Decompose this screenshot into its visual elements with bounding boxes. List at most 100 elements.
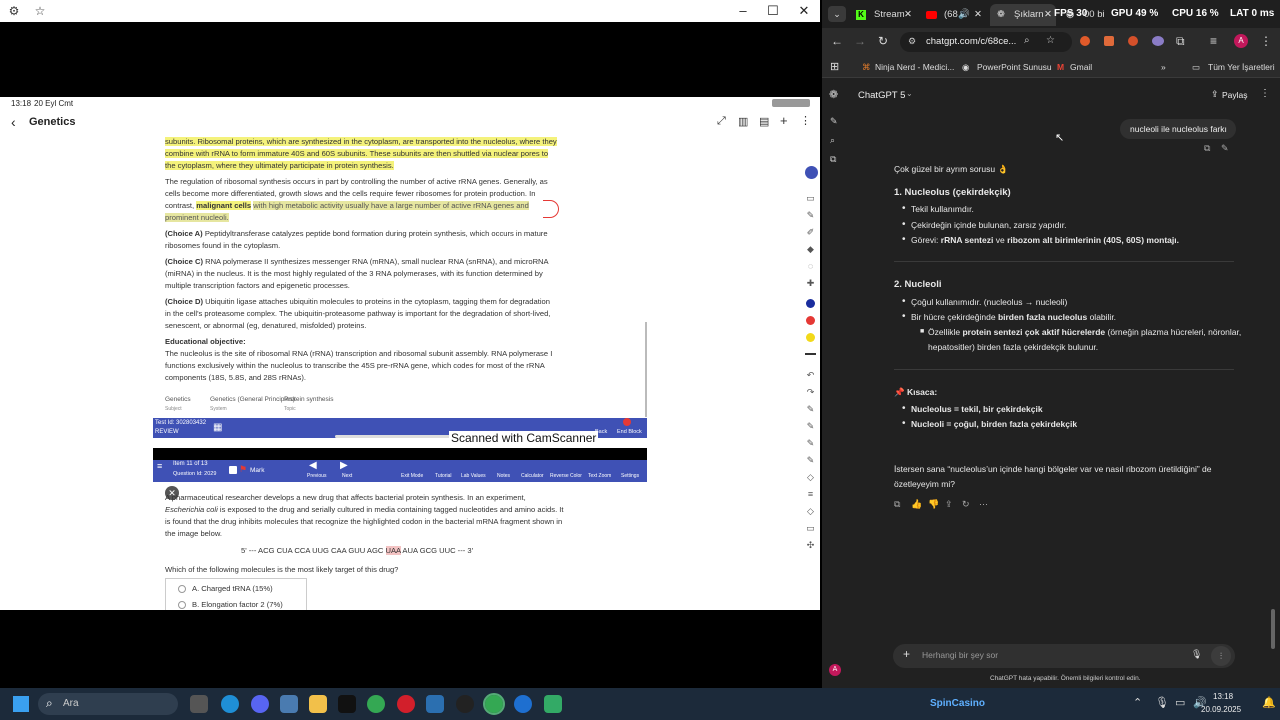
settings-icon[interactable]: ⚙ — [7, 4, 21, 18]
settings-button[interactable]: Settings — [621, 473, 639, 479]
bookmark-add-icon[interactable]: ▤ — [759, 115, 769, 128]
apps-grid-icon[interactable]: ⊞ — [830, 60, 839, 74]
store-icon[interactable] — [426, 695, 444, 713]
model-selector[interactable]: ChatGPT 5 — [858, 90, 905, 101]
share-button[interactable]: Paylaş — [1222, 90, 1248, 100]
option-a-radio[interactable] — [178, 585, 186, 593]
tool-icon-2[interactable]: ✎ — [805, 421, 816, 432]
end-block-icon[interactable] — [623, 418, 631, 426]
tool-icon-6[interactable]: ≡ — [805, 489, 816, 500]
document-scrollbar[interactable] — [645, 322, 647, 417]
tab-chatgpt[interactable]: ❁ Şıklarn ✕ — [990, 4, 1056, 26]
maximize-button[interactable]: ☐ — [758, 2, 788, 20]
openai-logo-icon[interactable]: ❁ — [829, 88, 838, 101]
extensions-puzzle-icon[interactable]: ⧉ — [1176, 34, 1185, 49]
url-field[interactable]: ⚙ chatgpt.com/c/68ce... ⌕ ☆ — [900, 32, 1072, 52]
voice-mode-icon[interactable]: ⫶ — [1211, 646, 1231, 666]
regenerate-icon[interactable]: ↻ — [962, 499, 970, 510]
pen-mode-icon[interactable] — [805, 166, 818, 179]
terminal-icon[interactable] — [338, 695, 356, 713]
notes-button[interactable]: Notes — [497, 473, 510, 479]
prompt-input[interactable]: + Herhangi bir şey sor 🎙 ⫶ — [893, 644, 1235, 668]
lasso-icon[interactable]: ◌ — [805, 261, 816, 272]
next-arrow-icon[interactable]: ▶ — [340, 460, 348, 471]
tool-icon-1[interactable]: ✎ — [805, 404, 816, 415]
extension-icon-4[interactable] — [1152, 36, 1164, 46]
all-bookmarks[interactable]: Tüm Yer İşaretleri — [1208, 60, 1275, 74]
task-view-icon[interactable] — [190, 695, 208, 713]
clock-time[interactable]: 13:18 — [1213, 692, 1233, 701]
end-block-button[interactable]: End Block — [617, 429, 642, 435]
edge-icon[interactable] — [221, 695, 239, 713]
windows-start-icon[interactable] — [13, 696, 29, 712]
share-icon[interactable]: ⇪ — [1211, 89, 1219, 100]
plus-icon[interactable]: + — [903, 647, 910, 661]
back-arrow-icon[interactable]: ← — [831, 34, 843, 48]
search-icon[interactable]: ⌕ — [830, 135, 835, 146]
reverse-color-button[interactable]: Reverse Color — [550, 473, 582, 479]
discord-icon[interactable] — [251, 695, 269, 713]
option-b-radio[interactable] — [178, 601, 186, 609]
browser-menu-icon[interactable]: ⋮ — [1260, 34, 1272, 48]
zoom-icon[interactable]: ⌕ — [1024, 35, 1030, 46]
previous-arrow-icon[interactable]: ◀ — [309, 460, 317, 471]
tool-icon-3[interactable]: ✎ — [805, 438, 816, 449]
expand-icon[interactable]: ⤢ — [717, 115, 726, 128]
calculator-button[interactable]: Calculator — [521, 473, 544, 479]
close-button[interactable]: ✕ — [789, 2, 819, 20]
microphone-icon[interactable]: 🎙 — [1191, 649, 1202, 660]
notifications-icon[interactable]: 🔔 — [1262, 696, 1276, 709]
bookmark-powerpoint[interactable]: PowerPoint Sunusu — [977, 60, 1052, 74]
redo-icon[interactable]: ↷ — [805, 387, 816, 398]
stroke-width-icon[interactable] — [805, 353, 816, 355]
option-b-label[interactable]: B. Elongation factor 2 (7%) — [192, 600, 283, 609]
search-placeholder[interactable]: Ara — [63, 698, 79, 709]
shape-icon[interactable]: ✚ — [805, 278, 816, 289]
blue-color-swatch[interactable] — [806, 299, 815, 308]
previous-button[interactable]: Previous — [307, 473, 326, 479]
tab-close-icon[interactable]: ✕ — [904, 4, 912, 26]
edit-icon[interactable]: ✎ — [1221, 143, 1229, 154]
search-box[interactable]: ⌕ Ara — [38, 693, 178, 715]
copy-icon[interactable]: ⧉ — [1204, 143, 1210, 154]
prompt-placeholder[interactable]: Herhangi bir şey sor — [922, 650, 998, 660]
tab-close-icon[interactable]: ✕ — [974, 4, 982, 26]
chrome-active-icon[interactable] — [483, 693, 505, 715]
lab-values-button[interactable]: Lab Values — [461, 473, 486, 479]
mark-checkbox[interactable] — [229, 466, 237, 474]
copy-response-icon[interactable]: ⧉ — [894, 499, 900, 510]
bookmark-gmail[interactable]: Gmail — [1070, 60, 1092, 74]
layers-icon[interactable]: ▭ — [805, 193, 816, 204]
clock-date[interactable]: 20.09.2025 — [1201, 705, 1241, 714]
microphone-tray-icon[interactable]: 🎙 — [1155, 696, 1169, 709]
chrome-icon[interactable] — [367, 695, 385, 713]
chevron-down-icon[interactable]: ⌄ — [906, 89, 913, 98]
yellow-color-swatch[interactable] — [806, 333, 815, 342]
media-icon[interactable]: ≡ — [1210, 34, 1217, 48]
profile-avatar[interactable]: A — [1234, 34, 1248, 48]
eraser-icon[interactable]: ◆ — [805, 244, 816, 255]
bookmark-ninja-nerd[interactable]: Ninja Nerd - Medici... — [875, 60, 954, 74]
chevron-right-icon[interactable]: » — [1161, 60, 1166, 74]
site-info-icon[interactable]: ⚙ — [908, 36, 916, 47]
bookmark-star-icon[interactable]: ☆ — [1046, 35, 1055, 46]
star-icon[interactable]: ☆ — [33, 4, 47, 18]
reload-icon[interactable]: ↻ — [878, 34, 888, 48]
plus-icon[interactable]: + — [780, 113, 788, 128]
user-avatar[interactable]: A — [829, 664, 841, 676]
extension-icon-3[interactable] — [1128, 36, 1138, 46]
tool-icon-4[interactable]: ✎ — [805, 455, 816, 466]
pen-icon[interactable]: ✎ — [805, 210, 816, 221]
thumbs-down-icon[interactable]: 👎 — [928, 499, 939, 510]
tutorial-button[interactable]: Tutorial — [435, 473, 452, 479]
speaker-icon[interactable]: 🔊 — [958, 4, 970, 26]
obs-icon[interactable] — [456, 695, 474, 713]
promo-widget[interactable]: SpinCasino — [930, 698, 985, 709]
file-explorer-icon[interactable] — [309, 695, 327, 713]
option-a-label[interactable]: A. Charged tRNA (15%) — [192, 584, 273, 593]
app-icon-2[interactable] — [544, 695, 562, 713]
thumbs-up-icon[interactable]: 👍 — [911, 499, 922, 510]
tray-chevron-icon[interactable]: ⌃ — [1133, 696, 1142, 709]
tab-close-icon[interactable]: ✕ — [1044, 4, 1052, 26]
tab-search-icon[interactable]: ⌄ — [828, 6, 846, 22]
